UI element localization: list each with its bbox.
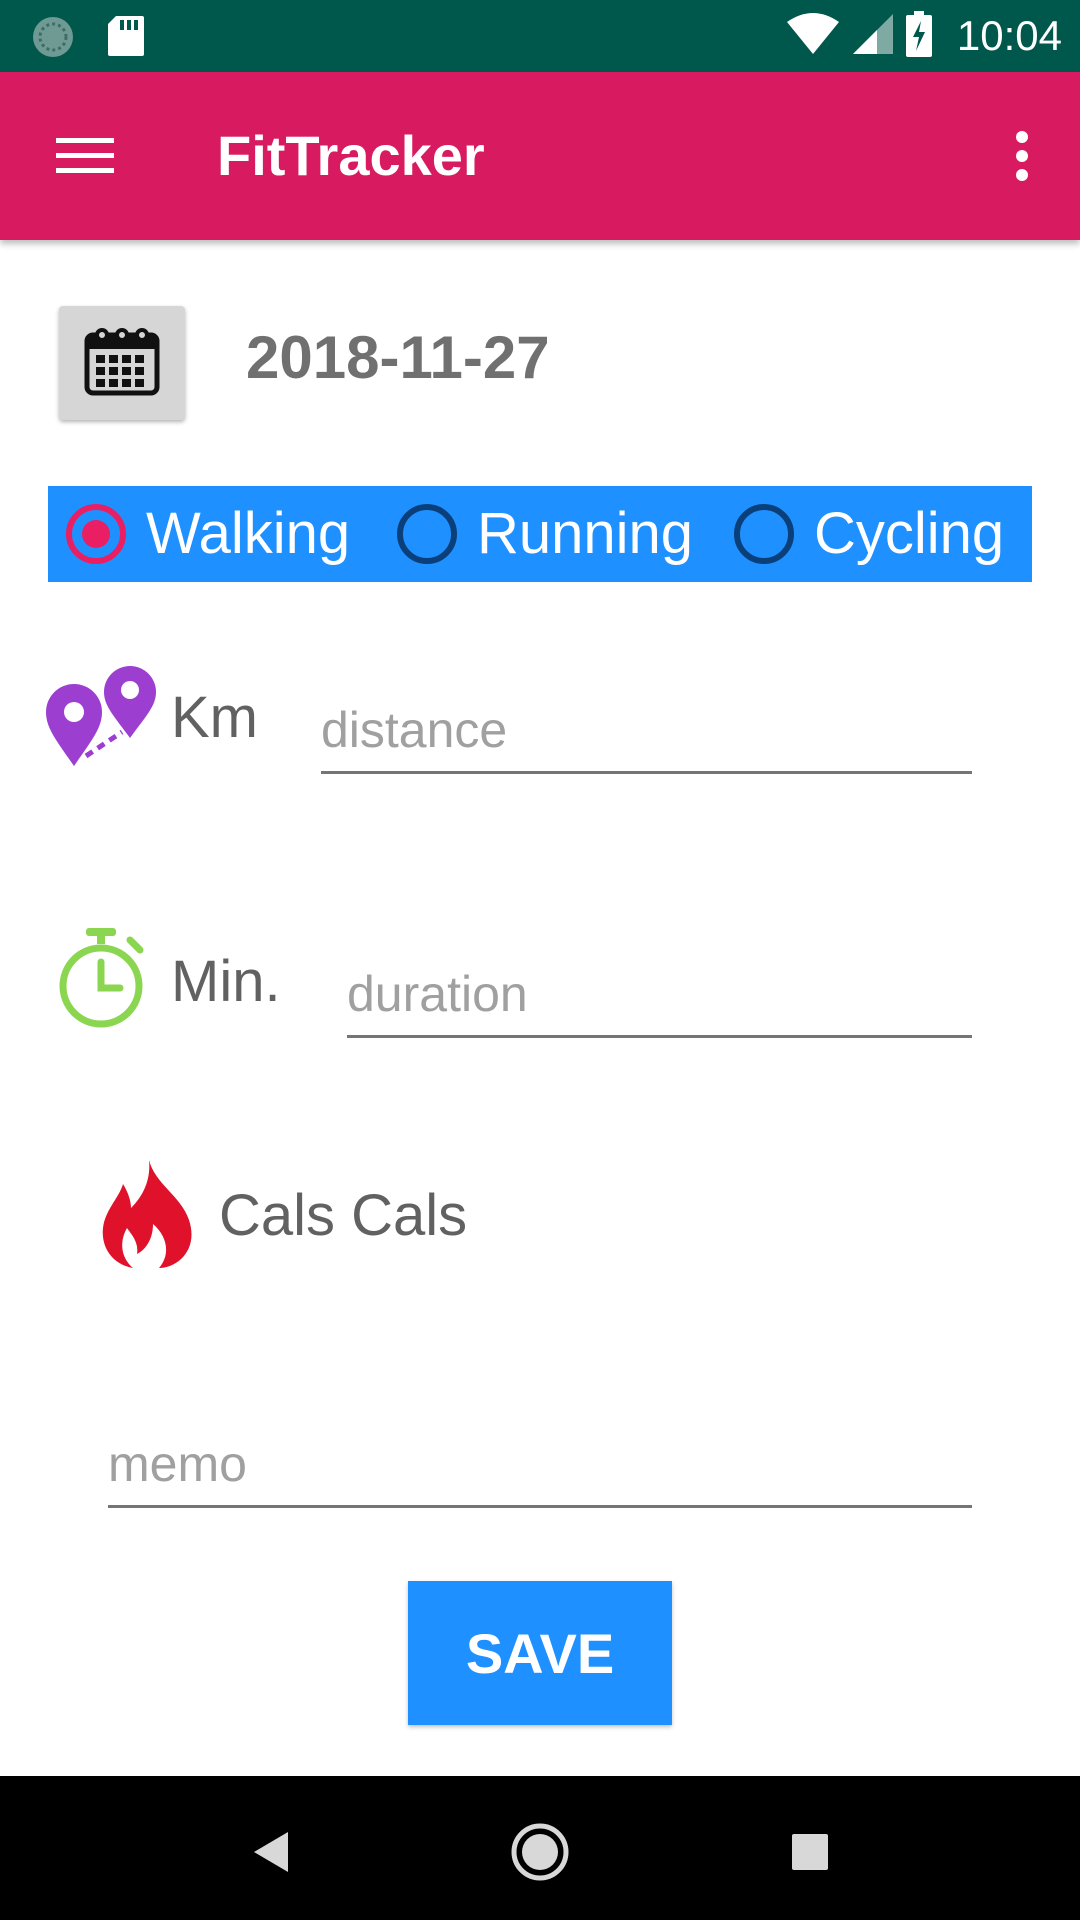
radio-running[interactable]: Running [397,486,693,582]
recents-icon[interactable] [770,1812,850,1892]
radio-label: Cycling [814,501,1005,566]
distance-unit-label: Km [171,685,258,750]
wifi-icon [785,12,841,61]
sd-card-icon [106,14,146,63]
duration-input[interactable] [347,962,972,1038]
home-icon[interactable] [500,1812,580,1892]
status-time: 10:04 [956,12,1062,59]
radio-label: Running [477,501,694,566]
stopwatch-icon [56,926,148,1035]
radio-unchecked-icon [734,504,794,564]
flame-icon [101,1158,197,1273]
memo-input[interactable] [108,1432,972,1508]
radio-cycling[interactable]: Cycling [734,486,1004,582]
activity-radio-group: Walking Running Cycling [48,486,1032,582]
radio-checked-icon [66,504,126,564]
distance-input[interactable] [321,698,972,774]
save-button[interactable]: SAVE [408,1581,672,1725]
cell-signal-icon [851,12,895,61]
calendar-icon [84,325,160,402]
radio-unchecked-icon [397,504,457,564]
radio-label: Walking [146,501,351,566]
map-pins-route-icon [46,660,158,775]
battery-charging-icon [905,10,933,62]
radio-walking[interactable]: Walking [66,486,350,582]
app-bar: FitTracker [0,72,1080,240]
sync-icon [30,14,76,65]
hamburger-menu-icon[interactable] [40,120,130,192]
more-vert-icon[interactable] [992,120,1052,192]
status-bar: 10:04 [0,0,1080,72]
system-nav-bar [0,1776,1080,1920]
selected-date: 2018-11-27 [246,324,550,391]
back-icon[interactable] [230,1812,310,1892]
calories-label: Cals Cals [219,1183,468,1248]
duration-unit-label: Min. [171,949,281,1014]
app-title: FitTracker [217,124,485,187]
date-picker-button[interactable] [59,306,185,420]
